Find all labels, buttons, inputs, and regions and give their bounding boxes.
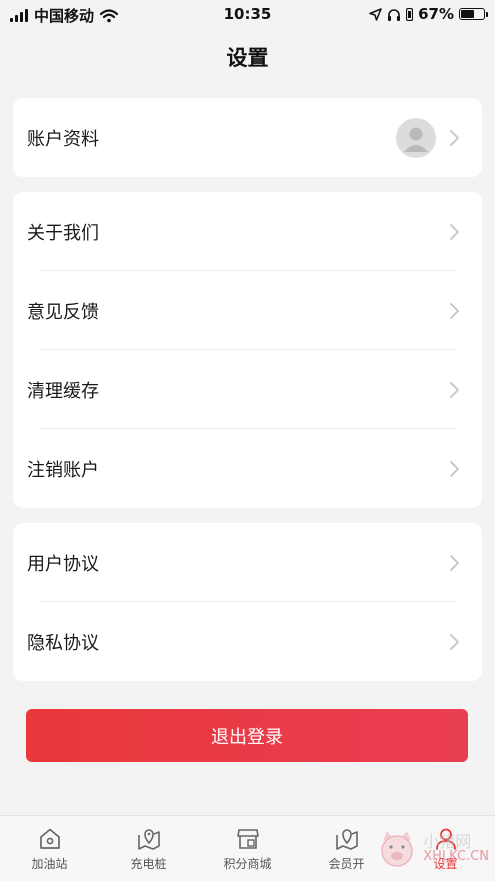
battery-fill (461, 10, 475, 18)
general-settings-card: 关于我们 意见反馈 清理缓存 注销账户 (13, 192, 482, 508)
pig-logo-icon (381, 831, 413, 867)
row-delete-account[interactable]: 注销账户 (13, 429, 482, 508)
tab-label: 加油站 (31, 857, 68, 871)
watermark-text: 小猪网 XHLKC.CN (423, 832, 489, 865)
row-label: 用户协议 (27, 553, 99, 575)
chevron-right-icon (450, 633, 459, 650)
page-title: 设置 (226, 46, 269, 70)
chevron-right-icon (450, 302, 459, 319)
row-label: 清理缓存 (27, 380, 99, 402)
row-label: 注销账户 (27, 459, 99, 481)
battery-percent: 67% (418, 5, 454, 23)
row-label: 账户资料 (27, 128, 99, 150)
default-avatar-icon (404, 127, 428, 152)
rotation-lock-icon (406, 7, 414, 21)
tab-charging-pile[interactable]: 充电桩 (99, 816, 198, 881)
tab-gas-station[interactable]: 加油站 (0, 816, 99, 881)
map-pin-icon (137, 829, 160, 850)
row-clear-cache[interactable]: 清理缓存 (13, 350, 482, 429)
logout-button[interactable]: 退出登录 (26, 709, 468, 762)
watermark: 小猪网 XHLKC.CN (375, 827, 489, 871)
chevron-right-icon (450, 129, 459, 146)
tab-label: 会员开 (328, 857, 365, 871)
row-about-us[interactable]: 关于我们 (13, 192, 482, 271)
row-feedback[interactable]: 意见反馈 (13, 271, 482, 350)
tab-label: 积分商城 (223, 857, 272, 871)
agreements-card: 用户协议 隐私协议 (13, 523, 482, 681)
row-account-profile[interactable]: 账户资料 (13, 98, 482, 177)
chevron-right-icon (450, 381, 459, 398)
row-user-agreement[interactable]: 用户协议 (13, 523, 482, 602)
tab-points-mall[interactable]: 积分商城 (198, 816, 297, 881)
profile-card: 账户资料 (13, 98, 482, 177)
watermark-text-bottom: XHLKC.CN (423, 849, 489, 864)
row-label: 关于我们 (27, 222, 99, 244)
map-pin-icon (335, 829, 358, 850)
battery-icon (459, 8, 488, 20)
avatar (396, 117, 436, 158)
chevron-right-icon (450, 223, 459, 240)
status-right: 67% (369, 5, 488, 23)
watermark-text-top: 小猪网 (423, 832, 472, 851)
status-bar: 中国移动 10:35 67% (0, 0, 495, 28)
headphones-icon (388, 8, 401, 21)
tab-label: 充电桩 (130, 857, 167, 871)
location-arrow-icon (369, 7, 382, 21)
chevron-right-icon (450, 460, 459, 477)
row-label: 意见反馈 (27, 301, 99, 323)
chevron-right-icon (450, 554, 459, 571)
row-privacy-agreement[interactable]: 隐私协议 (13, 602, 482, 681)
store-icon (236, 829, 259, 849)
row-label: 隐私协议 (27, 632, 99, 654)
home-icon (39, 828, 60, 849)
